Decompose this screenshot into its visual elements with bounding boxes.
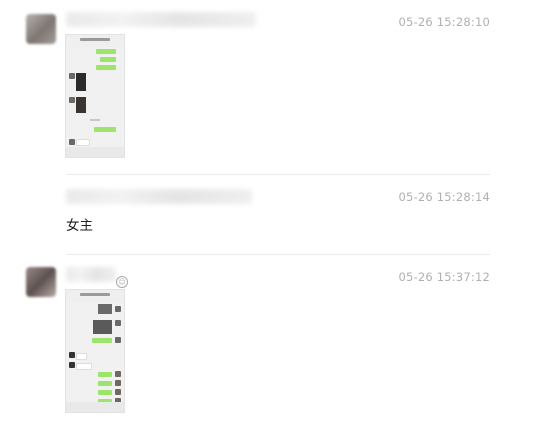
chat-message-2: 05-26 15:28:14 女主 [0, 175, 542, 255]
screenshot-image-thumbnail[interactable] [65, 34, 125, 158]
screenshot-image-thumbnail[interactable] [65, 289, 125, 413]
message-timestamp: 05-26 15:28:14 [398, 190, 490, 204]
avatar[interactable] [26, 14, 56, 44]
chat-message-1: 05-26 15:28:10 [0, 0, 542, 170]
avatar[interactable] [26, 267, 56, 297]
sender-name-blurred [66, 12, 256, 27]
message-timestamp: 05-26 15:28:10 [398, 15, 490, 29]
message-text: 女主 [66, 218, 93, 234]
emoji-icon: ☺ [116, 276, 128, 288]
sender-name-blurred [66, 267, 116, 282]
chat-message-3: ☺ 05-26 15:37:12 [0, 255, 542, 424]
message-timestamp: 05-26 15:37:12 [398, 270, 490, 284]
sender-name-blurred [66, 189, 252, 204]
